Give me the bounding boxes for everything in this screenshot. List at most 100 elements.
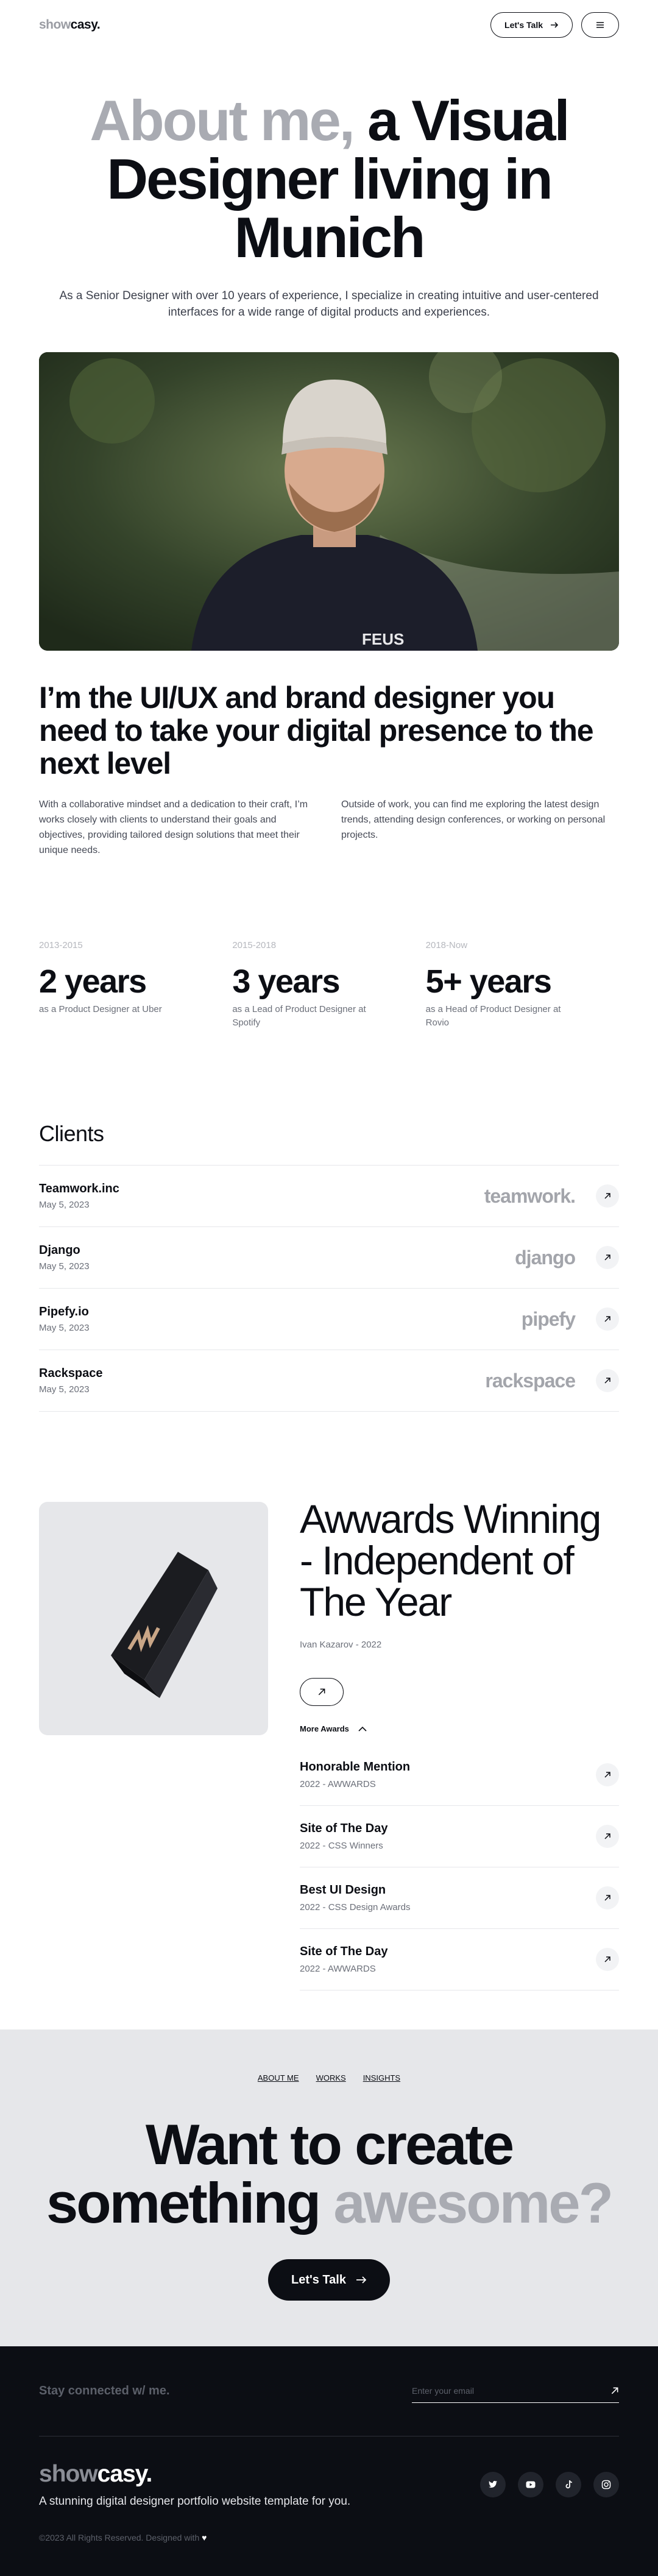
arrow-up-right-icon[interactable] <box>596 1246 619 1269</box>
more-awards-toggle[interactable]: More Awards <box>300 1724 619 1733</box>
shirt-text: FEUS <box>362 630 404 648</box>
twitter-icon[interactable] <box>480 2472 506 2497</box>
award-meta: 2022 - CSS Design Awards <box>300 1902 411 1913</box>
footer-brand-row: showcasy. A stunning digital designer po… <box>39 2461 619 2508</box>
menu-button[interactable] <box>581 12 619 38</box>
award-meta: 2022 - AWWARDS <box>300 1964 376 1974</box>
more-awards-label: More Awards <box>300 1724 349 1733</box>
award-name: Honorable Mention <box>300 1760 411 1774</box>
award-name: Site of The Day <box>300 1945 388 1958</box>
awards-link-button[interactable] <box>300 1678 344 1706</box>
stat-years: 2015-2018 <box>232 940 277 950</box>
cta-line-2-grey: awesome? <box>333 2171 614 2235</box>
client-row[interactable]: Django May 5, 2023 django <box>39 1227 619 1289</box>
intro-heading: I’m the UI/UX and brand designer you nee… <box>39 681 594 780</box>
client-name: Teamwork.inc <box>39 1182 119 1195</box>
intro-section: I’m the UI/UX and brand designer you nee… <box>0 681 658 1990</box>
arrow-up-right-icon[interactable] <box>596 1763 619 1786</box>
stat-value: 3 years <box>232 963 340 1000</box>
client-name: Pipefy.io <box>39 1305 89 1318</box>
arrow-right-icon <box>551 22 559 28</box>
client-logo: rackspace <box>485 1369 576 1392</box>
client-row[interactable]: Pipefy.io May 5, 2023 pipefy <box>39 1289 619 1350</box>
award-row[interactable]: Site of The Day 2022 - CSS Winners <box>300 1806 619 1867</box>
award-row[interactable]: Honorable Mention 2022 - AWWARDS <box>300 1744 619 1806</box>
clients-title: Clients <box>39 1121 104 1146</box>
intro-col-1: With a collaborative mindset and a dedic… <box>39 799 308 855</box>
trophy-image <box>39 1502 268 1735</box>
cta-section: ABOUT ME WORKS INSIGHTS Want to create so… <box>0 2029 658 2346</box>
award-row[interactable]: Best UI Design 2022 - CSS Design Awards <box>300 1867 619 1929</box>
award-row[interactable]: Site of The Day 2022 - AWWARDS <box>300 1929 619 1990</box>
client-logo: django <box>515 1246 576 1269</box>
footer-tagline: A stunning digital designer portfolio we… <box>39 2495 351 2508</box>
trophy-illustration <box>111 1551 218 1698</box>
cta-line-1: Want to create <box>145 2112 514 2176</box>
nav-link-about[interactable]: ABOUT ME <box>258 2073 299 2082</box>
cta-button-label: Let's Talk <box>291 2273 346 2287</box>
hamburger-icon <box>596 22 604 28</box>
arrow-up-right-icon[interactable] <box>610 2387 619 2395</box>
arrow-up-right-icon[interactable] <box>596 1948 619 1971</box>
copyright-text: ©2023 All Rights Reserved. Designed with <box>39 2533 200 2542</box>
intro-col-2: Outside of work, you can find me explori… <box>341 799 606 840</box>
awards-list: Honorable Mention 2022 - AWWARDS Site of … <box>300 1744 619 1990</box>
copyright: ©2023 All Rights Reserved. Designed with… <box>39 2533 619 2542</box>
instagram-icon[interactable] <box>593 2472 619 2497</box>
social-links <box>480 2472 619 2497</box>
hero-subtitle: As a Senior Designer with over 10 years … <box>59 289 599 319</box>
site-header: showcasy. Let's Talk <box>0 0 658 50</box>
portrait-illustration: FEUS <box>39 352 619 651</box>
cta-lets-talk-button[interactable]: Let's Talk <box>268 2259 390 2301</box>
hero-section: About me, a Visual Designer living in Mu… <box>0 50 658 320</box>
client-date: May 5, 2023 <box>39 1261 90 1272</box>
arrow-up-right-icon[interactable] <box>596 1825 619 1848</box>
award-name: Site of The Day <box>300 1822 388 1835</box>
awards-title: Awwards Winning - Independent of The Yea… <box>300 1496 601 1624</box>
site-footer: Stay connected w/ me. Enter your email s… <box>0 2346 658 2576</box>
stat-desc: as a Lead of Product Designer at Spotify <box>232 1004 366 1028</box>
arrow-up-right-icon[interactable] <box>596 1307 619 1331</box>
client-logo: pipefy <box>521 1307 576 1330</box>
client-name: Rackspace <box>39 1367 103 1380</box>
stat-item: 2018-Now 5+ years as a Head of Product D… <box>426 940 619 1030</box>
nav-link-works[interactable]: WORKS <box>316 2073 346 2082</box>
portrait-photo: FEUS <box>39 352 619 651</box>
award-meta: 2022 - AWWARDS <box>300 1779 376 1789</box>
awards-subtitle: Ivan Kazarov - 2022 <box>300 1640 382 1650</box>
experience-stats: 2013-2015 2 years as a Product Designer … <box>39 940 619 1030</box>
client-name: Django <box>39 1244 80 1257</box>
footer-logo-part-b: casy. <box>97 2461 153 2487</box>
email-field[interactable]: Enter your email <box>412 2380 619 2403</box>
awards-section: Awwards Winning - Independent of The Yea… <box>39 1498 619 1990</box>
arrow-right-icon <box>356 2276 367 2284</box>
youtube-icon[interactable] <box>518 2472 543 2497</box>
stat-desc: as a Head of Product Designer at Rovio <box>425 1004 561 1028</box>
arrow-up-right-icon[interactable] <box>596 1886 619 1909</box>
logo-part-a: show <box>39 18 71 32</box>
client-date: May 5, 2023 <box>39 1384 90 1395</box>
nav-link-insights[interactable]: INSIGHTS <box>363 2073 400 2082</box>
stat-value: 5+ years <box>425 963 552 1000</box>
tiktok-icon[interactable] <box>556 2472 581 2497</box>
clients-list: Teamwork.inc May 5, 2023 teamwork. Django… <box>39 1165 619 1412</box>
client-date: May 5, 2023 <box>39 1200 90 1210</box>
cta-line-2-dark: something <box>46 2171 334 2235</box>
newsletter-row: Stay connected w/ me. Enter your email <box>39 2346 619 2436</box>
hero-title-grey: About me, <box>90 88 355 152</box>
stat-item: 2015-2018 3 years as a Lead of Product D… <box>232 940 425 1030</box>
client-row[interactable]: Teamwork.inc May 5, 2023 teamwork. <box>39 1166 619 1227</box>
logo-part-b: casy. <box>70 18 101 32</box>
lets-talk-button[interactable]: Let's Talk <box>490 12 573 38</box>
chevron-up-icon <box>358 1726 367 1732</box>
stat-years: 2018-Now <box>425 940 468 950</box>
client-row[interactable]: Rackspace May 5, 2023 rackspace <box>39 1350 619 1412</box>
award-name: Best UI Design <box>300 1883 386 1897</box>
header-actions: Let's Talk <box>490 12 619 38</box>
stat-item: 2013-2015 2 years as a Product Designer … <box>39 940 232 1030</box>
arrow-up-right-icon[interactable] <box>596 1184 619 1208</box>
intro-columns: With a collaborative mindset and a dedic… <box>39 797 619 858</box>
footer-logo[interactable]: showcasy. <box>39 2461 350 2488</box>
logo[interactable]: showcasy. <box>39 18 101 32</box>
arrow-up-right-icon[interactable] <box>596 1369 619 1392</box>
